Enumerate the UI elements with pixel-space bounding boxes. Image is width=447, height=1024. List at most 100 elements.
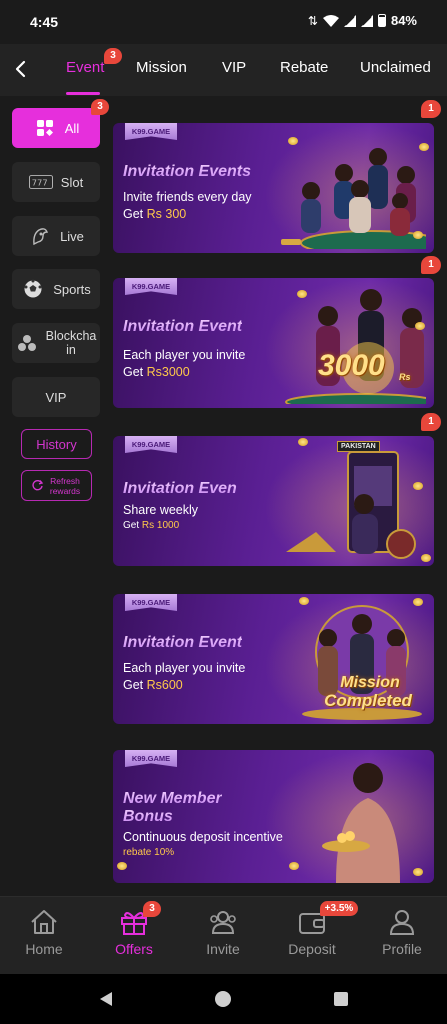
nav-offers[interactable]: Offers: [94, 909, 174, 957]
brand-tag: K99.GAME: [125, 278, 177, 295]
woman-with-coins-image: [322, 763, 400, 883]
status-icons: ⇅ 84%: [308, 13, 417, 28]
banner-1-badge: 1: [421, 100, 441, 118]
players-at-table-image: [281, 148, 426, 249]
battery-percent: 84%: [390, 13, 417, 28]
reward-amount: Rs 1000: [141, 520, 180, 531]
back-triangle-icon[interactable]: [98, 991, 114, 1007]
sidebar-item-label: Live: [60, 228, 84, 244]
reward-prefix: Get: [123, 520, 142, 531]
art-completed-label: Completed: [324, 691, 412, 710]
system-navigation-bar: [0, 974, 447, 1024]
brand-tag: K99.GAME: [125, 750, 177, 767]
refresh-rewards-button[interactable]: Refresh rewards: [21, 470, 92, 501]
sidebar-item-slot[interactable]: 777 Slot: [12, 162, 100, 202]
bottom-navigation: Home Offers 3 Invite Deposit +3.5% Profi…: [0, 896, 447, 974]
banner-reward: Get Rs 1000: [123, 520, 179, 531]
reward-prefix: Get: [123, 365, 147, 379]
banner-title: Invitation Event: [123, 634, 243, 651]
invite-icon: [210, 911, 236, 934]
grid-icon: [33, 116, 57, 140]
tab-rebate[interactable]: Rebate: [280, 59, 328, 76]
banner-reward: Get Rs3000: [123, 365, 190, 379]
home-icon: [31, 910, 57, 934]
banner-subtitle: Share weekly: [123, 503, 199, 517]
banner-reward: Get Rs 300: [123, 207, 186, 221]
banner-reward: rebate 10%: [123, 847, 174, 858]
banner-subtitle: Invite friends every day: [123, 190, 252, 204]
reward-amount: Rs600: [146, 678, 183, 692]
sidebar-all-badge: 3: [91, 99, 109, 115]
recents-square-icon[interactable]: [333, 991, 349, 1007]
reward-amount: Rs 300: [146, 207, 187, 221]
nav-profile[interactable]: Profile: [362, 909, 442, 957]
slot-icon: 777: [28, 170, 53, 194]
status-bar: 4:45 ⇅ 84%: [0, 0, 447, 44]
history-button[interactable]: History: [21, 429, 92, 459]
signal-icon: [343, 14, 356, 27]
refresh-icon: [32, 480, 44, 491]
nav-deposit[interactable]: Deposit: [272, 909, 352, 957]
art-country-label: PAKISTAN: [337, 441, 380, 452]
profile-icon: [389, 910, 415, 935]
nav-label: Invite: [206, 941, 240, 957]
sidebar-item-label: All: [64, 120, 80, 136]
nav-invite[interactable]: Invite: [183, 909, 263, 957]
refresh-rewards-label: Refresh rewards: [49, 475, 81, 496]
nav-label: Deposit: [288, 941, 336, 957]
sidebar-item-live[interactable]: Live: [12, 216, 100, 256]
sidebar-item-label: Slot: [60, 174, 84, 190]
banner-subtitle: Each player you invite: [123, 348, 246, 362]
banner-title: New Member: [123, 790, 222, 807]
tab-event-badge: 3: [104, 48, 122, 64]
banner-invitation-event-600[interactable]: K99.GAME Invitation Event Each player yo…: [113, 594, 434, 724]
banner-reward: Get Rs600: [123, 678, 183, 692]
svg-text:777: 777: [32, 178, 48, 188]
back-arrow-icon[interactable]: [10, 56, 32, 82]
nav-label: Profile: [382, 941, 422, 957]
banner-invitation-share-weekly[interactable]: K99.GAME Invitation Even Share weekly Ge…: [113, 436, 434, 566]
tab-vip[interactable]: VIP: [222, 59, 246, 76]
reward-prefix: Get: [123, 678, 147, 692]
sidebar-item-label: Sports: [53, 281, 91, 297]
reward-prefix: Get: [123, 207, 147, 221]
banner-title: Invitation Events: [123, 163, 252, 180]
reward-amount: Rs3000: [146, 365, 190, 379]
blockchain-icon: [15, 331, 39, 355]
nav-label: Offers: [115, 941, 153, 957]
vibrate-icon: ⇅: [307, 13, 318, 28]
signal-icon-2: [360, 14, 373, 27]
battery-icon: [377, 14, 386, 27]
nav-deposit-badge: +3.5%: [320, 901, 358, 916]
status-time: 4:45: [30, 14, 59, 30]
slot-machine-player-image: [286, 451, 416, 559]
live-icon: [28, 224, 52, 248]
art-unit: Rs: [399, 372, 411, 382]
active-tab-indicator: [66, 92, 100, 95]
home-circle-icon[interactable]: [214, 990, 232, 1008]
banner-2-badge: 1: [421, 256, 441, 274]
banner-new-member-bonus[interactable]: K99.GAME New Member Bonus Continuous dep…: [113, 750, 434, 883]
tab-event[interactable]: Event: [66, 59, 104, 76]
banner-subtitle: Each player you invite: [123, 661, 246, 675]
soccer-ball-icon: [21, 277, 45, 301]
banner-title-line2: Bonus: [123, 808, 173, 825]
sidebar-item-all[interactable]: All: [12, 108, 100, 148]
tab-mission[interactable]: Mission: [136, 59, 187, 76]
sidebar-item-label: Blockchain: [45, 329, 97, 357]
nav-offers-badge: 3: [143, 901, 161, 917]
nav-label: Home: [25, 941, 63, 957]
brand-tag: K99.GAME: [125, 594, 177, 611]
sidebar-item-blockchain[interactable]: Blockchain: [12, 323, 100, 363]
banner-invitation-events[interactable]: K99.GAME Invitation Events Invite friend…: [113, 123, 434, 253]
banner-title: Invitation Even: [123, 480, 237, 497]
art-mission-label: Mission: [340, 674, 400, 691]
sidebar-item-sports[interactable]: Sports: [12, 269, 100, 309]
banner-invitation-event-3000[interactable]: K99.GAME Invitation Event Each player yo…: [113, 278, 434, 408]
tab-unclaimed[interactable]: Unclaimed: [360, 59, 431, 76]
nav-home[interactable]: Home: [4, 909, 84, 957]
banner-3-badge: 1: [421, 413, 441, 431]
tab-bar: Event 3 Mission VIP Rebate Unclaimed: [0, 44, 447, 96]
brand-tag: K99.GAME: [125, 436, 177, 453]
sidebar-item-vip[interactable]: VIP: [12, 377, 100, 417]
